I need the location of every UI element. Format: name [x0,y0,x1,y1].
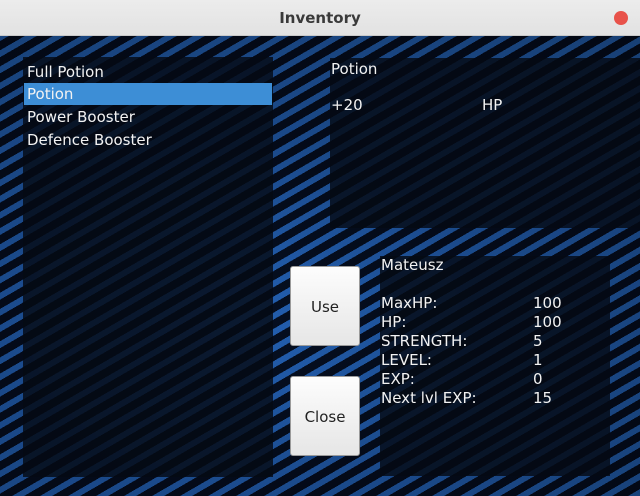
window-close-icon[interactable] [614,11,628,25]
stat-value-hp: 100 [533,313,562,331]
item-full-potion[interactable]: Full Potion [24,61,272,83]
stat-value-exp: 0 [533,370,543,388]
item-power-booster[interactable]: Power Booster [24,106,272,128]
item-potion[interactable]: Potion [24,83,272,105]
stat-label-maxhp: MaxHP: [381,294,438,312]
stat-value-next-lvl-exp: 15 [533,389,553,407]
stat-label-level: LEVEL: [381,351,432,369]
stat-value-maxhp: 100 [533,294,562,312]
window-title: Inventory [279,9,361,27]
item-effect-value: +20 [331,96,363,114]
stat-label-strength: STRENGTH: [381,332,468,350]
player-name: Mateusz [381,256,444,274]
window-titlebar: Inventory [0,0,640,36]
stat-label-next-lvl-exp: Next lvl EXP: [381,389,477,407]
item-detail-name: Potion [331,60,378,78]
player-stats-panel: Mateusz MaxHP: 100 HP: 100 STRENGTH: 5 L… [380,256,610,476]
item-effect-stat: HP [482,96,503,114]
item-defence-booster[interactable]: Defence Booster [24,129,272,151]
inventory-screen: Full Potion Potion Power Booster Defence… [0,36,640,496]
stat-label-hp: HP: [381,313,407,331]
stat-value-strength: 5 [533,332,543,350]
use-button[interactable]: Use [290,266,360,346]
stat-label-exp: EXP: [381,370,415,388]
close-button[interactable]: Close [290,376,360,456]
item-list: Full Potion Potion Power Booster Defence… [23,57,273,477]
stat-value-level: 1 [533,351,543,369]
item-detail-panel: Potion +20 HP [330,58,640,228]
